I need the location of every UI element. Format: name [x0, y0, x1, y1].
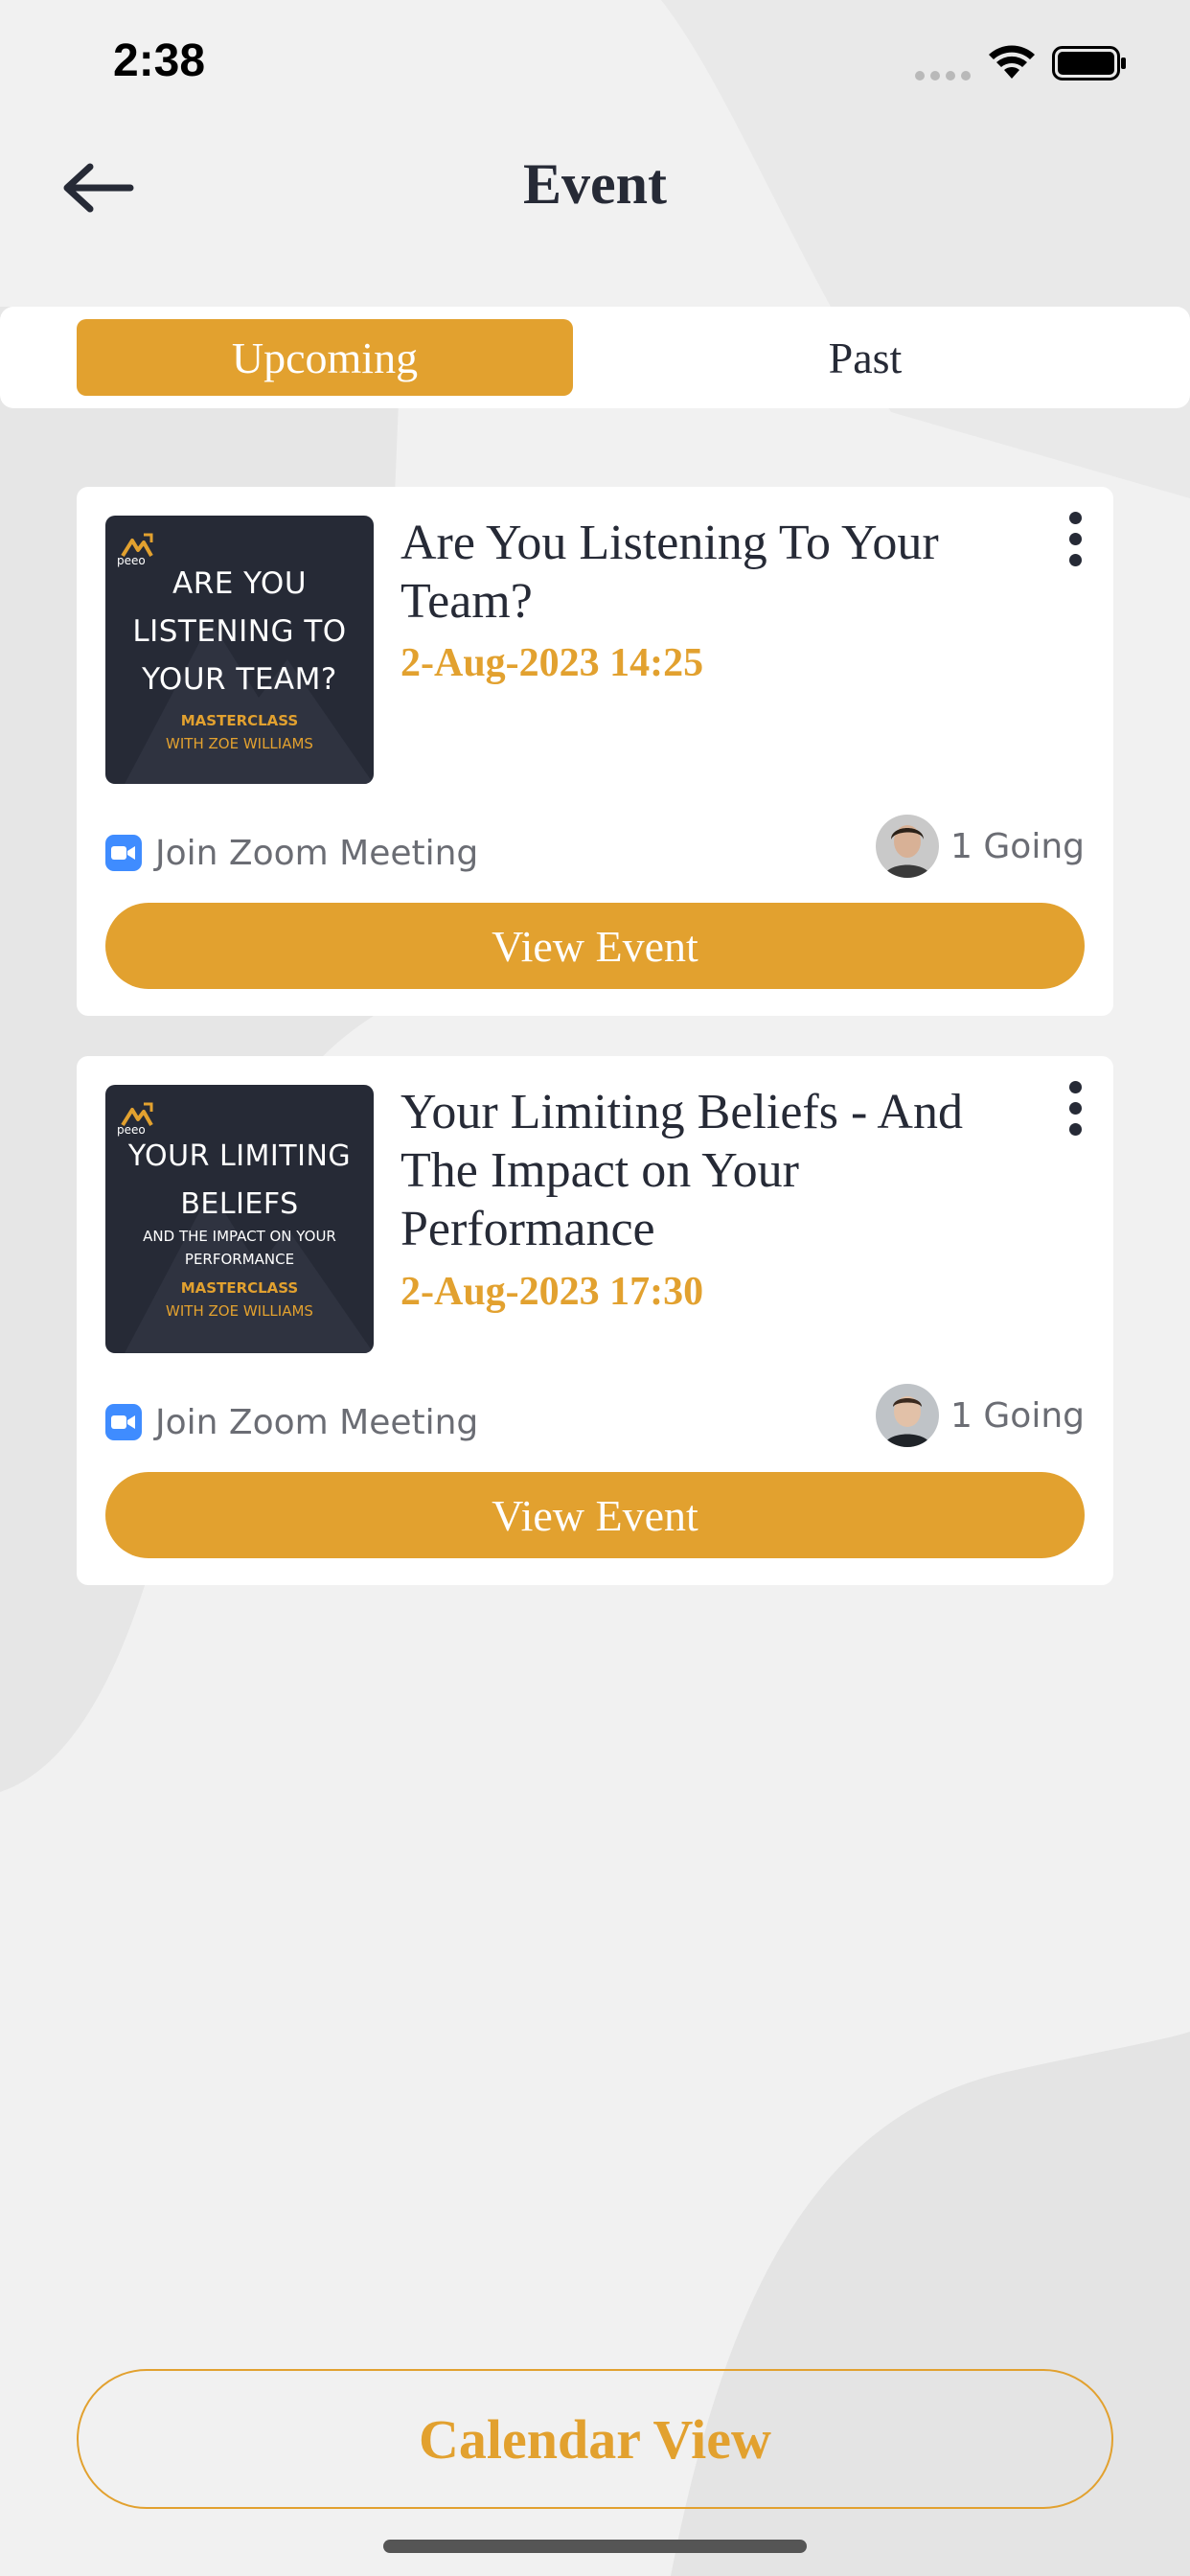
event-title: Are You Listening To Your Team?	[400, 516, 939, 629]
event-card[interactable]: peeo YOUR LIMITING BELIEFS AND THE IMPAC…	[77, 1056, 1113, 1585]
going-count: 1 Going	[950, 1395, 1085, 1436]
event-date: 2-Aug-2023 14:25	[400, 641, 704, 685]
attendees[interactable]: 1 Going	[876, 813, 1085, 880]
zoom-label: Join Zoom Meeting	[155, 833, 479, 873]
event-thumbnail: peeo YOUR LIMITING BELIEFS AND THE IMPAC…	[105, 1085, 374, 1353]
event-tabs: Upcoming Past	[0, 307, 1190, 408]
avatar	[876, 815, 940, 878]
more-options-button[interactable]	[1056, 512, 1094, 575]
tab-past[interactable]: Past	[617, 319, 1113, 396]
battery-icon	[1052, 46, 1126, 80]
thumbnail-title-line: BELIEFS	[180, 1187, 299, 1221]
join-zoom-link[interactable]: Join Zoom Meeting	[105, 1392, 478, 1453]
event-title: Your Limiting Beliefs - And The Impact o…	[400, 1085, 963, 1256]
signal-icon	[915, 71, 971, 80]
thumbnail-title-line: YOUR TEAM?	[142, 662, 337, 697]
home-indicator[interactable]	[383, 2540, 807, 2553]
thumbnail-title-line: LISTENING TO	[132, 614, 347, 649]
tab-upcoming[interactable]: Upcoming	[77, 319, 573, 396]
view-event-button[interactable]: View Event	[105, 903, 1085, 989]
more-options-button[interactable]	[1056, 1081, 1094, 1144]
event-card[interactable]: peeo ARE YOU LISTENING TO YOUR TEAM? MAS…	[77, 487, 1113, 1016]
avatar	[876, 1384, 940, 1447]
view-event-button[interactable]: View Event	[105, 1472, 1085, 1558]
zoom-label: Join Zoom Meeting	[155, 1402, 479, 1442]
thumbnail-masterclass: MASTERCLASS	[180, 1279, 299, 1297]
status-bar: 2:38	[0, 0, 1190, 125]
status-time: 2:38	[113, 35, 206, 86]
event-date: 2-Aug-2023 17:30	[400, 1270, 704, 1314]
more-vertical-icon	[1068, 1081, 1082, 1093]
join-zoom-link[interactable]: Join Zoom Meeting	[105, 822, 478, 884]
zoom-video-icon	[105, 835, 142, 871]
zoom-video-icon	[105, 1404, 142, 1440]
thumbnail-masterclass: MASTERCLASS	[180, 712, 299, 729]
thumbnail-host: WITH ZOE WILLIAMS	[166, 1302, 313, 1320]
header: Event	[0, 134, 1190, 240]
more-vertical-icon	[1068, 512, 1082, 524]
thumbnail-title-line: YOUR LIMITING	[127, 1139, 352, 1173]
thumbnail-subtitle: PERFORMANCE	[184, 1251, 295, 1268]
thumbnail-subtitle: AND THE IMPACT ON YOUR	[143, 1228, 336, 1245]
wifi-icon	[989, 45, 1035, 79]
attendees[interactable]: 1 Going	[876, 1382, 1085, 1449]
going-count: 1 Going	[950, 826, 1085, 866]
thumbnail-host: WITH ZOE WILLIAMS	[166, 735, 313, 752]
event-thumbnail: peeo ARE YOU LISTENING TO YOUR TEAM? MAS…	[105, 516, 374, 784]
page-title: Event	[523, 152, 667, 216]
calendar-view-button[interactable]: Calendar View	[77, 2369, 1113, 2509]
thumbnail-title-line: ARE YOU	[172, 566, 308, 601]
